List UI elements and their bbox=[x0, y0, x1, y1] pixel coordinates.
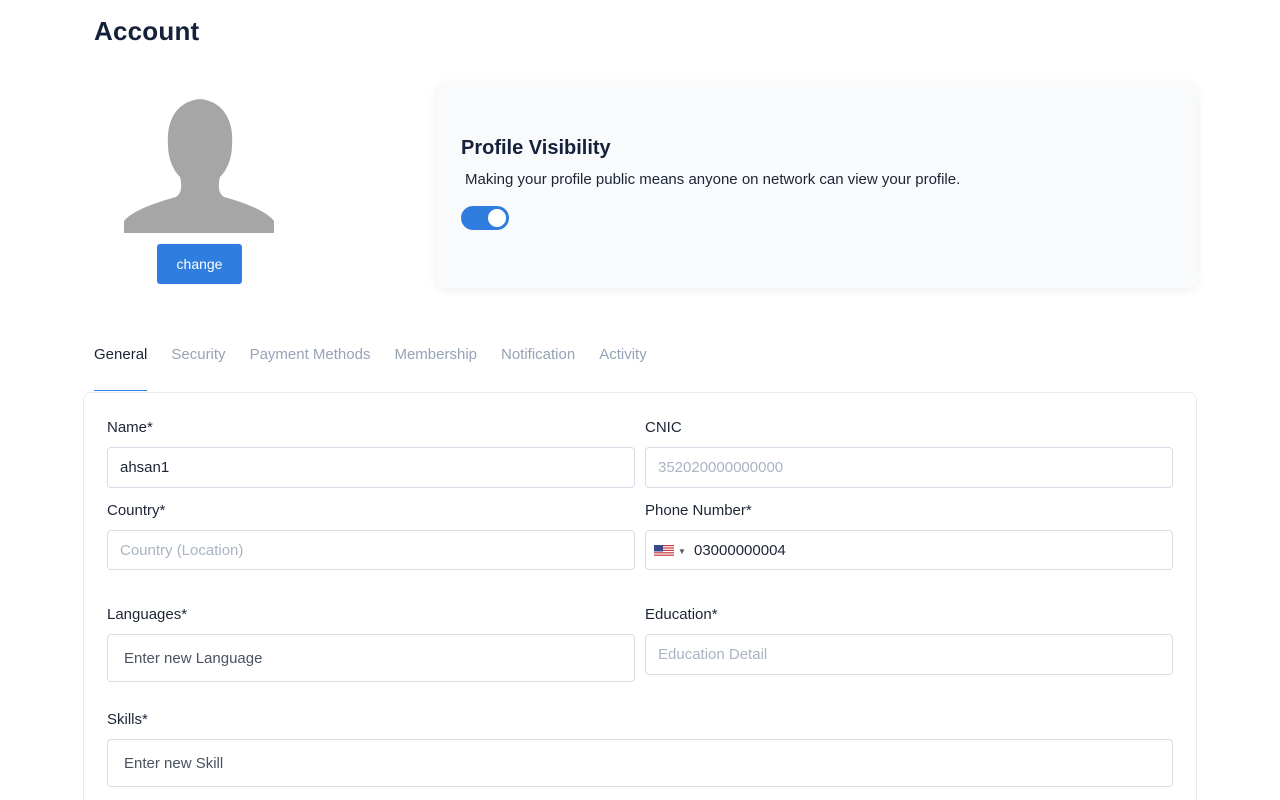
us-flag-icon bbox=[654, 545, 674, 557]
country-code-select[interactable]: ▼ bbox=[654, 543, 686, 559]
phone-label: Phone Number* bbox=[645, 502, 752, 519]
profile-visibility-card: Profile Visibility Making your profile p… bbox=[437, 83, 1197, 288]
name-input[interactable] bbox=[107, 447, 635, 488]
cnic-input[interactable] bbox=[645, 447, 1173, 488]
tab-payment-methods[interactable]: Payment Methods bbox=[250, 340, 371, 391]
tab-activity[interactable]: Activity bbox=[599, 340, 647, 391]
toggle-knob bbox=[488, 209, 506, 227]
account-tabs: General Security Payment Methods Members… bbox=[94, 340, 647, 391]
tab-security[interactable]: Security bbox=[171, 340, 225, 391]
phone-field: ▼ bbox=[645, 530, 1173, 570]
country-input[interactable] bbox=[107, 530, 635, 570]
skills-label: Skills* bbox=[107, 711, 148, 728]
page-title: Account bbox=[94, 16, 200, 46]
name-label: Name* bbox=[107, 419, 153, 436]
phone-input[interactable] bbox=[694, 531, 1164, 569]
tab-membership[interactable]: Membership bbox=[394, 340, 477, 391]
skill-input[interactable] bbox=[107, 739, 1173, 787]
tab-general[interactable]: General bbox=[94, 340, 148, 391]
languages-label: Languages* bbox=[107, 606, 188, 623]
chevron-down-icon: ▼ bbox=[678, 546, 686, 556]
change-avatar-button[interactable]: change bbox=[157, 244, 242, 284]
profile-visibility-description: Making your profile public means anyone … bbox=[465, 171, 961, 188]
profile-visibility-toggle[interactable] bbox=[461, 206, 509, 230]
education-label: Education* bbox=[645, 606, 718, 623]
avatar bbox=[124, 97, 274, 233]
profile-visibility-title: Profile Visibility bbox=[461, 137, 611, 159]
tab-notification[interactable]: Notification bbox=[501, 340, 575, 391]
user-silhouette-icon bbox=[124, 99, 274, 233]
language-input[interactable] bbox=[107, 634, 635, 682]
cnic-label: CNIC bbox=[645, 419, 682, 436]
country-label: Country* bbox=[107, 502, 166, 519]
education-input[interactable] bbox=[645, 634, 1173, 675]
